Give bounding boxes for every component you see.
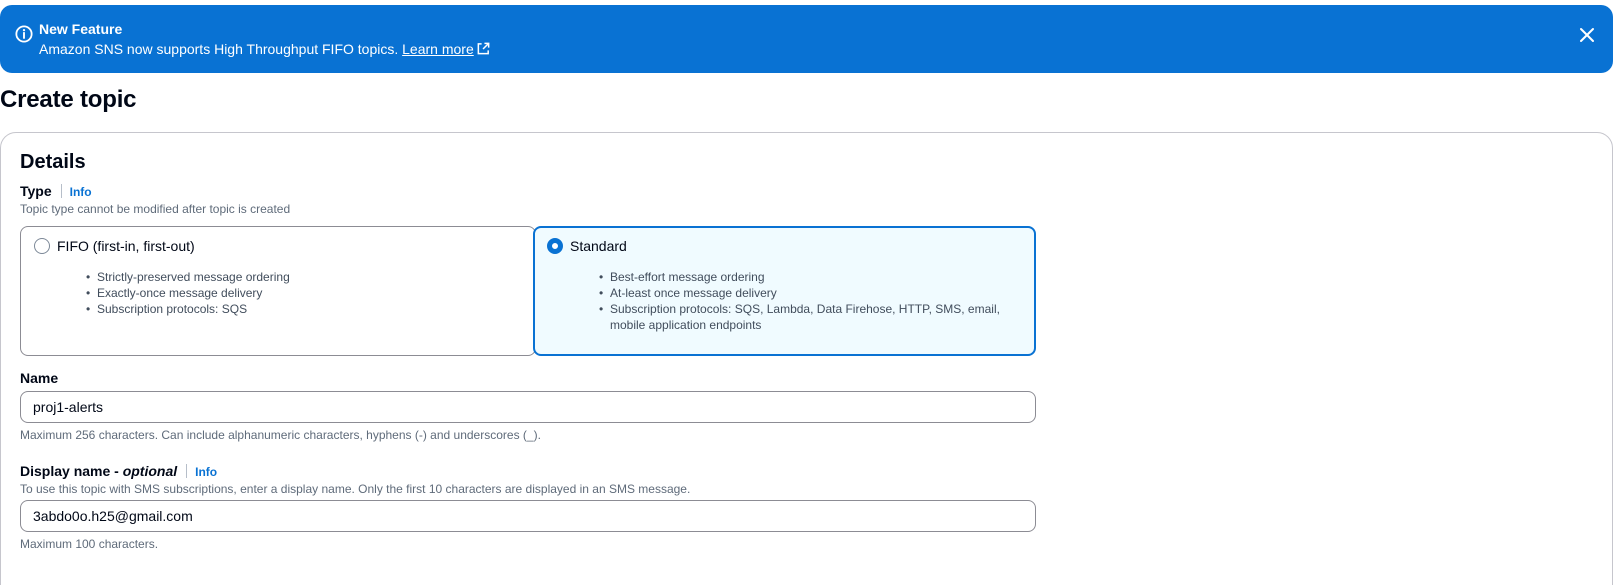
fifo-type-tile[interactable]: FIFO (first-in, first-out) Strictly-pres… (20, 226, 536, 356)
type-info-link[interactable]: Info (70, 185, 92, 199)
label-divider (60, 184, 62, 198)
details-container: Details Type Info Topic type cannot be mo… (0, 132, 1613, 585)
list-item: At-least once message delivery (599, 285, 1020, 301)
display-name-info-link[interactable]: Info (195, 465, 217, 479)
type-description: Topic type cannot be modified after topi… (20, 202, 291, 216)
display-name-hint: Maximum 100 characters. (20, 537, 159, 551)
type-label: Type (20, 183, 52, 199)
info-circle-icon (15, 25, 33, 43)
name-label: Name (20, 370, 59, 386)
list-item: Subscription protocols: SQS, Lambda, Dat… (599, 301, 1020, 333)
dismiss-flash-button[interactable] (1573, 21, 1601, 49)
optional-marker: optional (122, 463, 178, 479)
list-item: Strictly-preserved message ordering (86, 269, 507, 285)
flash-message: Amazon SNS now supports High Throughput … (39, 41, 399, 57)
list-item: Exactly-once message delivery (86, 285, 507, 301)
fifo-radio[interactable] (34, 238, 50, 254)
fifo-label: FIFO (first-in, first-out) (57, 238, 195, 254)
display-name-input[interactable] (20, 500, 1036, 532)
display-name-label: Display name - (20, 463, 123, 479)
flash-title: New Feature (39, 21, 123, 37)
flash-message-row: Amazon SNS now supports High Throughput … (39, 41, 491, 57)
learn-more-label: Learn more (402, 41, 474, 57)
details-heading: Details (20, 151, 86, 173)
external-link-icon (477, 42, 490, 55)
display-name-description: To use this topic with SMS subscriptions… (20, 482, 691, 496)
standard-type-tile[interactable]: Standard Best-effort message ordering At… (533, 226, 1036, 356)
label-divider (186, 464, 188, 478)
standard-radio[interactable] (547, 238, 563, 254)
name-input[interactable] (20, 391, 1036, 423)
new-feature-flashbar: New Feature Amazon SNS now supports High… (0, 5, 1613, 73)
standard-label: Standard (570, 238, 627, 254)
name-hint: Maximum 256 characters. Can include alph… (20, 428, 541, 442)
fifo-features-list: Strictly-preserved message ordering Exac… (86, 269, 507, 317)
standard-features-list: Best-effort message ordering At-least on… (599, 269, 1020, 333)
close-icon (1580, 28, 1594, 42)
type-label-row: Type Info (20, 183, 92, 199)
list-item: Best-effort message ordering (599, 269, 1020, 285)
page-title: Create topic (0, 86, 137, 113)
list-item: Subscription protocols: SQS (86, 301, 507, 317)
display-name-label-row: Display name - optional Info (20, 463, 217, 479)
learn-more-link[interactable]: Learn more (402, 41, 491, 57)
